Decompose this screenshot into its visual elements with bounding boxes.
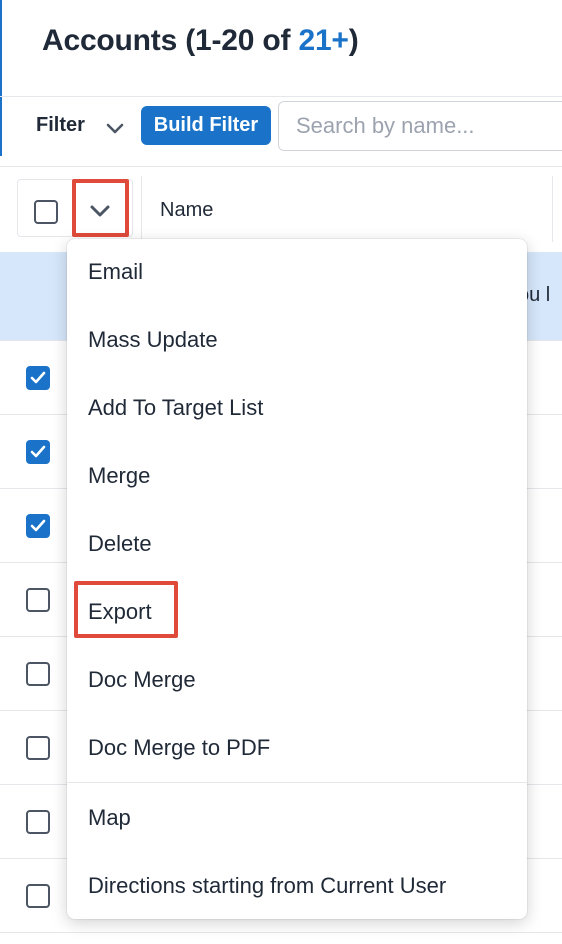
page-title-close: ) xyxy=(348,24,359,57)
checkmark-icon xyxy=(30,445,46,458)
select-all-checkbox[interactable] xyxy=(34,200,58,224)
header-divider xyxy=(0,96,562,97)
menu-item-doc-merge[interactable]: Doc Merge xyxy=(88,667,196,693)
row-divider xyxy=(0,932,562,933)
menu-item-doc-merge-to-pdf[interactable]: Doc Merge to PDF xyxy=(88,735,270,761)
annotation-highlight-export xyxy=(74,581,178,638)
row-checkbox[interactable] xyxy=(26,662,50,686)
annotation-highlight-actions-toggle xyxy=(72,179,129,237)
filter-dropdown-label[interactable]: Filter xyxy=(36,114,85,137)
row-checkbox[interactable] xyxy=(26,588,50,612)
row-checkbox[interactable] xyxy=(26,736,50,760)
page-title-text: Accounts (1-20 of xyxy=(42,24,299,57)
menu-divider xyxy=(67,782,527,783)
menu-item-email[interactable]: Email xyxy=(88,259,143,285)
menu-item-directions[interactable]: Directions starting from Current User xyxy=(88,873,446,899)
record-count-link[interactable]: 21+ xyxy=(298,24,348,57)
menu-item-merge[interactable]: Merge xyxy=(88,463,150,489)
left-accent-bar xyxy=(0,0,2,156)
menu-item-add-to-target-list[interactable]: Add To Target List xyxy=(88,395,263,421)
checkmark-icon xyxy=(30,371,46,384)
column-header-name[interactable]: Name xyxy=(160,199,213,222)
page-title: Accounts (1-20 of 21+) xyxy=(42,24,359,58)
row-checkbox[interactable] xyxy=(26,810,50,834)
row-checkbox[interactable] xyxy=(26,514,50,538)
menu-item-delete[interactable]: Delete xyxy=(88,531,152,557)
row-checkbox[interactable] xyxy=(26,366,50,390)
column-divider xyxy=(552,176,553,242)
search-input[interactable] xyxy=(278,101,562,151)
mass-actions-menu: Email Mass Update Add To Target List Mer… xyxy=(67,239,527,919)
menu-item-mass-update[interactable]: Mass Update xyxy=(88,327,218,353)
row-checkbox[interactable] xyxy=(26,884,50,908)
build-filter-button[interactable]: Build Filter xyxy=(141,106,271,145)
column-divider xyxy=(141,176,142,242)
menu-item-map[interactable]: Map xyxy=(88,805,131,831)
chevron-down-icon[interactable] xyxy=(104,117,126,139)
row-checkbox[interactable] xyxy=(26,440,50,464)
checkmark-icon xyxy=(30,519,46,532)
table-top-divider xyxy=(0,166,562,167)
